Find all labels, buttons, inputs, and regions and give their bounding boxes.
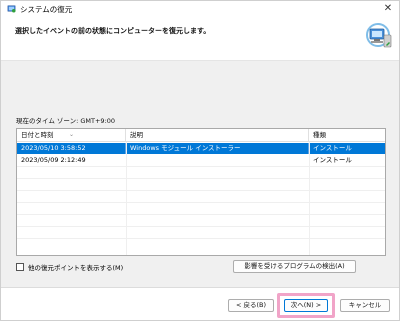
grid-line <box>17 178 385 179</box>
back-button[interactable]: < 戻る(B) <box>228 299 274 312</box>
row-description <box>126 155 309 166</box>
table-row[interactable]: 2023/05/09 2:12:49 インストール <box>17 155 385 166</box>
grid-line <box>126 142 127 255</box>
show-more-checkbox[interactable] <box>16 263 24 271</box>
system-restore-icon <box>7 5 16 13</box>
grid-line <box>17 238 385 239</box>
grid-line <box>17 226 385 227</box>
column-header-description[interactable]: 説明 <box>126 129 309 142</box>
content-area: 現在のタイム ゾーン: GMT+9:00 日付と時刻 ⌄ 説明 種類 2023/… <box>1 61 399 287</box>
show-more-label[interactable]: 他の復元ポイントを表示する(M) <box>28 262 123 272</box>
row-date: 2023/05/09 2:12:49 <box>21 156 86 164</box>
next-button[interactable]: 次へ(N) > <box>284 299 328 312</box>
close-button[interactable]: ✕ <box>381 2 395 16</box>
grid-line <box>17 190 385 191</box>
column-header-type[interactable]: 種類 <box>309 129 385 142</box>
restore-point-list[interactable]: 日付と時刻 ⌄ 説明 種類 2023/05/10 3:58:52 Windows… <box>16 128 386 256</box>
detect-affected-programs-button[interactable]: 影響を受けるプログラムの検出(A) <box>233 260 356 273</box>
table-row[interactable]: 2023/05/10 3:58:52 Windows モジュール インストーラー… <box>17 143 385 154</box>
column-header-date-label: 日付と時刻 <box>21 131 54 139</box>
grid-line <box>17 202 385 203</box>
system-restore-window: システムの復元 ✕ 選択したイベントの前の状態にコンピューターを復元します。 現… <box>0 0 400 321</box>
grid-line <box>17 166 385 167</box>
row-description: Windows モジュール インストーラー <box>126 143 309 154</box>
list-header: 日付と時刻 ⌄ 説明 種類 <box>17 129 385 142</box>
computer-restore-icon <box>366 23 392 48</box>
row-type: インストール <box>313 144 352 152</box>
row-date: 2023/05/10 3:58:52 <box>17 143 126 154</box>
column-header-date[interactable]: 日付と時刻 ⌄ <box>17 129 126 142</box>
window-title: システムの復元 <box>20 5 73 14</box>
sort-arrow-icon: ⌄ <box>69 131 75 138</box>
grid-line <box>309 142 310 255</box>
row-type: インストール <box>313 156 352 164</box>
header-panel: 選択したイベントの前の状態にコンピューターを復元します。 <box>1 17 399 61</box>
instruction-text: 選択したイベントの前の状態にコンピューターを復元します。 <box>15 27 211 35</box>
footer-divider <box>1 287 399 288</box>
cancel-button[interactable]: キャンセル <box>340 299 390 312</box>
timezone-label: 現在のタイム ゾーン: GMT+9:00 <box>16 117 116 125</box>
title-bar[interactable]: システムの復元 ✕ <box>1 1 399 17</box>
grid-line <box>17 214 385 215</box>
